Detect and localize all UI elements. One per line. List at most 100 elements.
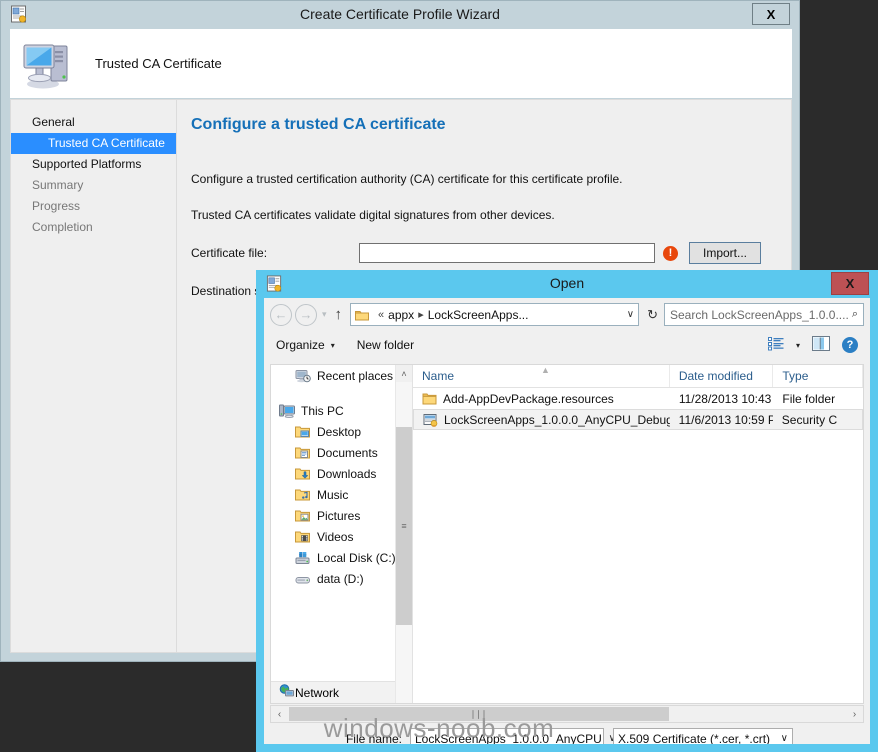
sidebar-item-completion[interactable]: Completion <box>11 217 176 238</box>
pictures-folder-icon <box>295 509 311 523</box>
tree-item-data-d[interactable]: data (D:) <box>271 568 412 589</box>
filename-input[interactable]: LockScreenApps_1.0.0.0_AnyCPU_ ∨ <box>410 728 616 744</box>
certificate-file-icon <box>423 413 438 427</box>
file-list-header: Name Date modified Type ▲ <box>413 365 863 388</box>
folder-icon <box>355 309 370 321</box>
wizard-header-title: Trusted CA Certificate <box>95 56 222 71</box>
open-dialog-close-button[interactable]: X <box>831 272 869 295</box>
file-name-label: Add-AppDevPackage.resources <box>443 391 614 406</box>
chevron-down-icon[interactable]: ▾ <box>796 341 800 350</box>
desktop-folder-icon <box>295 425 311 439</box>
breadcrumb[interactable]: « appx ▸ LockScreenApps... ∨ <box>350 303 640 326</box>
tree-item-network[interactable]: Network <box>271 681 412 703</box>
music-folder-icon <box>295 488 311 502</box>
tree-item-local-disk-c[interactable]: Local Disk (C:) <box>271 547 412 568</box>
file-list-horizontal-scrollbar[interactable]: ‹ ∣∣∣ › <box>270 705 864 723</box>
tree-item-label: Pictures <box>317 508 361 523</box>
open-dialog-body: ← → ▾ ↑ « appx ▸ LockScreenApps... ∨ ↻ S… <box>264 298 870 744</box>
tree-vertical-scrollbar[interactable]: ˄ ≡ <box>395 365 412 703</box>
tree-item-label: Documents <box>317 445 378 460</box>
sidebar-item-summary[interactable]: Summary <box>11 175 176 196</box>
preview-pane-icon[interactable] <box>812 336 830 354</box>
computer-icon <box>21 38 79 90</box>
certificate-file-input[interactable] <box>359 243 655 263</box>
column-header-type[interactable]: Type <box>773 365 863 387</box>
column-header-date-modified[interactable]: Date modified <box>670 365 774 387</box>
description-paragraph-2: Trusted CA certificates validate digital… <box>191 208 555 222</box>
wizard-step-nav: General Trusted CA Certificate Supported… <box>11 100 177 652</box>
tree-item-downloads[interactable]: Downloads <box>271 463 412 484</box>
back-icon[interactable]: ← <box>270 303 292 326</box>
scroll-left-icon[interactable]: ‹ <box>271 706 288 722</box>
tree-item-this-pc[interactable]: This PC <box>271 400 412 421</box>
scrollbar-thumb[interactable]: ≡ <box>396 427 412 625</box>
tree-item-label: Network <box>295 685 340 700</box>
breadcrumb-overflow[interactable]: « <box>378 309 384 321</box>
open-dialog-titlebar: Open X <box>256 270 878 298</box>
breadcrumb-segment-lockscreenapps[interactable]: LockScreenApps... <box>428 308 529 322</box>
tree-item-label: Downloads <box>317 466 377 481</box>
chevron-down-icon: ▾ <box>330 340 335 350</box>
chevron-right-icon: ▸ <box>418 309 424 321</box>
open-dialog-footer: File name: LockScreenApps_1.0.0.0_AnyCPU… <box>264 728 870 744</box>
chevron-down-icon[interactable]: ∨ <box>627 309 634 320</box>
error-icon: ! <box>663 245 678 261</box>
scroll-right-icon[interactable]: › <box>846 706 863 722</box>
open-dialog-title: Open <box>549 275 585 291</box>
search-icon: ⌕ <box>851 308 858 320</box>
tree-item-label: data (D:) <box>317 571 364 586</box>
scroll-up-icon[interactable]: ˄ <box>396 365 412 382</box>
wizard-title: Create Certificate Profile Wizard <box>300 6 500 22</box>
forward-icon[interactable]: → <box>295 303 317 326</box>
tree-item-label: Local Disk (C:) <box>317 550 396 565</box>
chevron-down-icon[interactable]: ∨ <box>781 733 788 744</box>
file-type-cell: File folder <box>782 391 836 406</box>
recent-places-icon <box>295 369 311 383</box>
wizard-header: Trusted CA Certificate <box>10 29 792 98</box>
tree-item-music[interactable]: Music <box>271 484 412 505</box>
file-type-filter-select[interactable]: X.509 Certificate (*.cer, *.crt) ∨ <box>613 728 793 744</box>
this-pc-icon <box>279 404 295 418</box>
certificate-file-row: Certificate file: ! Import... <box>191 242 791 264</box>
file-date-cell: 11/6/2013 10:59 PM <box>678 412 773 427</box>
table-row[interactable]: LockScreenApps_1.0.0.0_AnyCPU_Debug 11/6… <box>413 409 863 430</box>
filename-value: LockScreenApps_1.0.0.0_AnyCPU_ <box>415 731 609 745</box>
breadcrumb-segment-appx[interactable]: appx <box>388 308 414 322</box>
tree-item-videos[interactable]: Videos <box>271 526 412 547</box>
navigation-tree-pane: Recent places This PC Desktop Documents … <box>271 365 413 703</box>
up-one-level-icon[interactable]: ↑ <box>335 306 343 323</box>
import-button[interactable]: Import... <box>689 242 761 264</box>
sidebar-item-trusted-ca-certificate[interactable]: Trusted CA Certificate <box>11 133 176 154</box>
wizard-titlebar: Create Certificate Profile Wizard X <box>1 1 799 28</box>
sidebar-item-supported-platforms[interactable]: Supported Platforms <box>11 154 176 175</box>
search-input[interactable]: Search LockScreenApps_1.0.0.... ⌕ <box>664 303 864 326</box>
network-icon <box>279 684 295 701</box>
address-bar: ← → ▾ ↑ « appx ▸ LockScreenApps... ∨ ↻ S… <box>264 298 870 331</box>
downloads-folder-icon <box>295 467 311 481</box>
organize-button[interactable]: Organize ▾ <box>276 338 335 352</box>
table-row[interactable]: Add-AppDevPackage.resources 11/28/2013 1… <box>413 388 863 409</box>
view-list-icon[interactable] <box>767 336 784 354</box>
description-paragraph-1: Configure a trusted certification author… <box>191 172 623 186</box>
tree-item-pictures[interactable]: Pictures <box>271 505 412 526</box>
filename-row: File name: LockScreenApps_1.0.0.0_AnyCPU… <box>264 728 870 744</box>
local-disk-icon <box>295 551 311 565</box>
file-type-filter-value: X.509 Certificate (*.cer, *.crt) <box>618 731 771 745</box>
tree-item-label: Recent places <box>317 368 394 383</box>
help-icon[interactable]: ? <box>842 337 858 353</box>
tree-item-recent-places[interactable]: Recent places <box>271 365 412 386</box>
new-folder-button[interactable]: New folder <box>357 338 414 352</box>
sort-ascending-icon: ▲ <box>541 365 550 375</box>
filename-label: File name: <box>345 731 402 745</box>
sidebar-item-general[interactable]: General <box>11 112 176 133</box>
scrollbar-thumb[interactable]: ∣∣∣ <box>289 707 669 721</box>
wizard-close-button[interactable]: X <box>752 3 790 25</box>
tree-item-desktop[interactable]: Desktop <box>271 421 412 442</box>
tree-item-documents[interactable]: Documents <box>271 442 412 463</box>
sidebar-item-progress[interactable]: Progress <box>11 196 176 217</box>
videos-folder-icon <box>295 530 311 544</box>
history-dropdown-icon[interactable]: ▾ <box>322 309 327 320</box>
tree-item-label: Music <box>317 487 349 502</box>
refresh-icon[interactable]: ↻ <box>647 307 658 323</box>
documents-folder-icon <box>295 446 311 460</box>
